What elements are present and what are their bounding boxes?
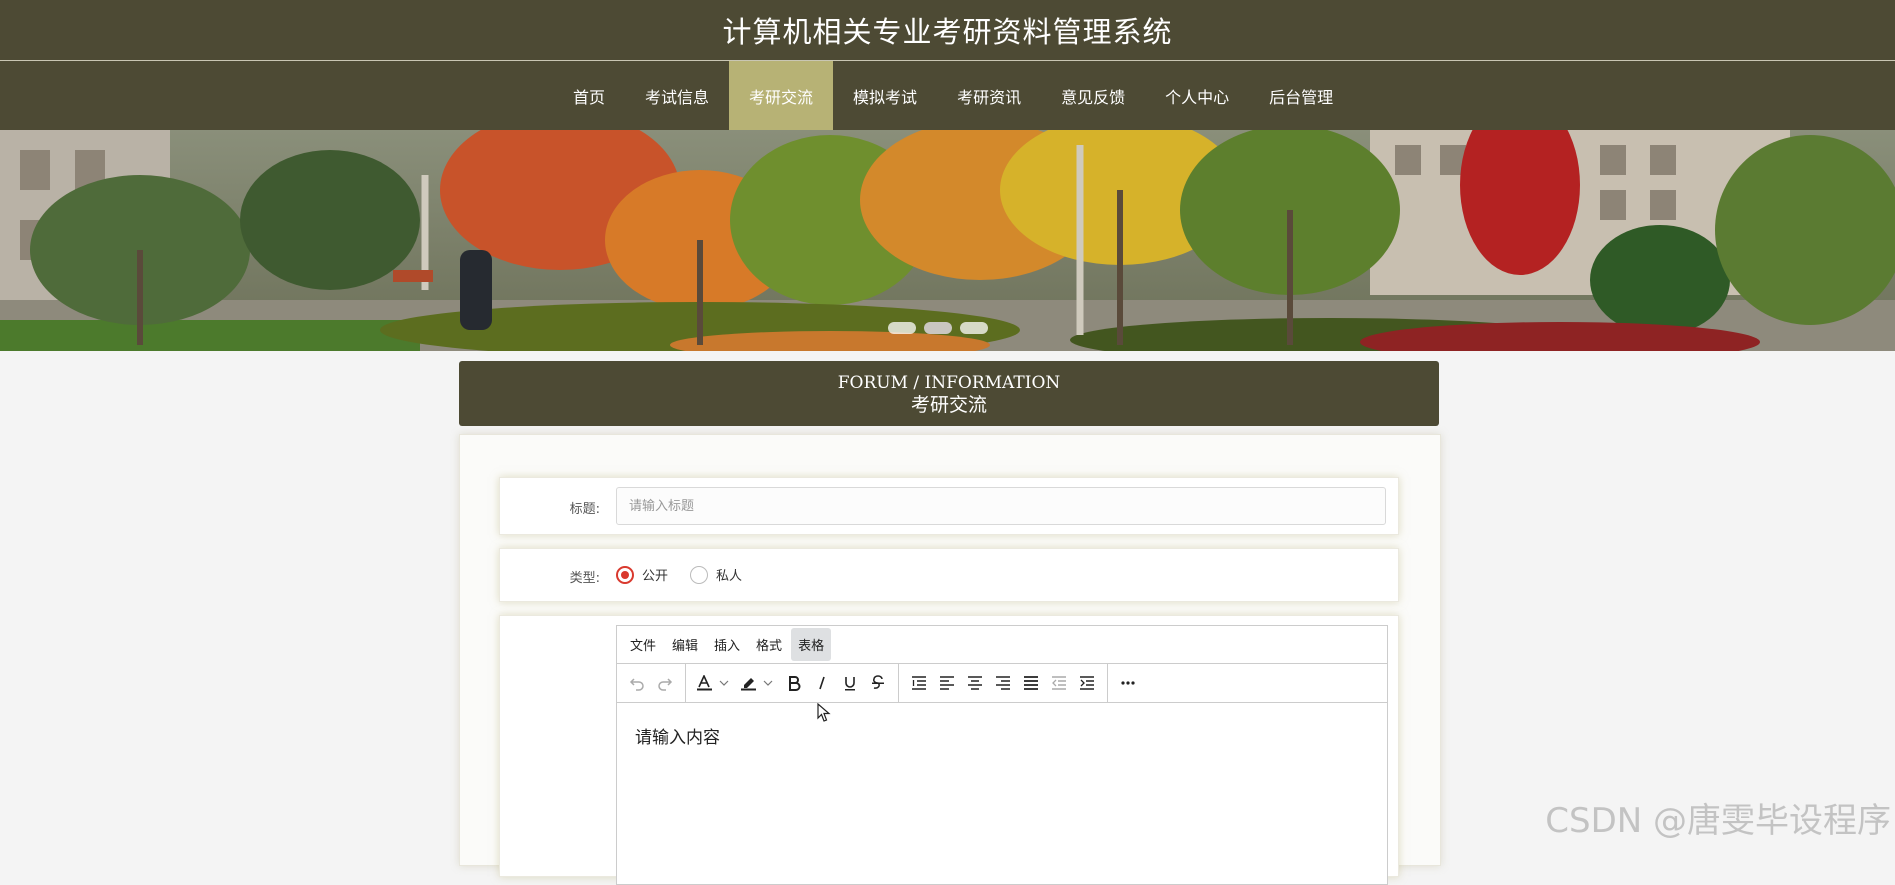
nav-item-feedback[interactable]: 意见反馈 xyxy=(1041,61,1145,130)
editor-toolbar xyxy=(617,663,1387,703)
nav-item-mock-exam[interactable]: 模拟考试 xyxy=(833,61,937,130)
nav-item-news[interactable]: 考研资讯 xyxy=(937,61,1041,130)
title-label: 标题: xyxy=(569,502,600,517)
nav-item-home[interactable]: 首页 xyxy=(553,61,625,130)
menu-table[interactable]: 表格 xyxy=(791,628,832,661)
mouse-cursor-icon xyxy=(817,703,831,722)
radio-public-label: 公开 xyxy=(642,569,669,584)
post-form-panel: 标题: 类型: 公开 私人 文件 编辑 插入 格式 表格 xyxy=(459,434,1441,885)
radio-private[interactable]: 私人 xyxy=(690,565,742,584)
outdent-icon[interactable] xyxy=(1045,668,1073,698)
format-group xyxy=(686,663,899,703)
bold-icon[interactable] xyxy=(780,668,808,698)
carousel-dots xyxy=(888,322,988,334)
site-title: 计算机相关专业考研资料管理系统 xyxy=(722,15,1173,49)
underline-icon[interactable] xyxy=(836,668,864,698)
watermark: CSDN @唐雯毕设程序 xyxy=(1545,801,1891,841)
text-color-icon[interactable] xyxy=(692,668,736,698)
strikethrough-icon[interactable] xyxy=(864,668,892,698)
radio-public[interactable]: 公开 xyxy=(616,565,668,584)
editor-menubar: 文件 编辑 插入 格式 表格 xyxy=(617,626,1387,664)
redo-icon[interactable] xyxy=(651,668,679,698)
type-row: 类型: 公开 私人 xyxy=(499,548,1399,602)
highlight-color-icon[interactable] xyxy=(736,668,780,698)
editor-content-area[interactable]: 请输入内容 xyxy=(617,703,1387,768)
type-radio-group: 公开 私人 xyxy=(616,565,764,584)
italic-icon[interactable] xyxy=(808,668,836,698)
align-right-icon[interactable] xyxy=(989,668,1017,698)
section-title-bar: FORUM / INFORMATION 考研交流 xyxy=(459,361,1439,426)
indent-icon[interactable] xyxy=(1073,668,1101,698)
title-input[interactable] xyxy=(616,487,1386,525)
main-nav: 首页 考试信息 考研交流 模拟考试 考研资讯 意见反馈 个人中心 后台管理 xyxy=(0,61,1895,130)
content-row: 文件 编辑 插入 格式 表格 请输入内容 xyxy=(499,615,1399,885)
nav-list: 首页 考试信息 考研交流 模拟考试 考研资讯 意见反馈 个人中心 后台管理 xyxy=(553,61,1353,130)
undo-icon[interactable] xyxy=(623,668,651,698)
title-row: 标题: xyxy=(499,477,1399,535)
menu-file[interactable]: 文件 xyxy=(623,628,663,661)
menu-insert[interactable]: 插入 xyxy=(707,628,747,661)
menu-edit[interactable]: 编辑 xyxy=(665,628,705,661)
type-label: 类型: xyxy=(569,571,600,586)
section-title-cn: 考研交流 xyxy=(910,393,987,416)
banner-image xyxy=(0,130,1895,351)
more-group xyxy=(1108,664,1148,703)
nav-item-profile[interactable]: 个人中心 xyxy=(1145,61,1249,130)
radio-checked-icon xyxy=(616,565,634,584)
menu-format[interactable]: 格式 xyxy=(749,628,789,661)
paragraph-group xyxy=(899,663,1108,703)
align-center-icon[interactable] xyxy=(961,668,989,698)
nav-item-admin[interactable]: 后台管理 xyxy=(1249,61,1353,130)
radio-private-label: 私人 xyxy=(716,569,743,584)
rich-text-editor: 文件 编辑 插入 格式 表格 请输入内容 xyxy=(616,625,1388,885)
carousel-dot[interactable] xyxy=(924,322,952,334)
history-group xyxy=(617,663,686,703)
nav-item-forum[interactable]: 考研交流 xyxy=(729,61,834,130)
align-justify-icon[interactable] xyxy=(1017,668,1045,698)
editor-placeholder: 请输入内容 xyxy=(635,728,720,748)
carousel-dot[interactable] xyxy=(888,322,916,334)
section-title-en: FORUM / INFORMATION xyxy=(837,372,1061,393)
site-header: 计算机相关专业考研资料管理系统 xyxy=(0,0,1895,61)
more-icon[interactable] xyxy=(1114,668,1142,698)
line-height-icon[interactable] xyxy=(905,668,933,698)
banner-carousel[interactable] xyxy=(0,130,1895,351)
carousel-dot[interactable] xyxy=(960,322,988,334)
radio-unchecked-icon xyxy=(690,565,709,584)
align-left-icon[interactable] xyxy=(933,668,961,698)
nav-item-exam-info[interactable]: 考试信息 xyxy=(625,61,729,130)
